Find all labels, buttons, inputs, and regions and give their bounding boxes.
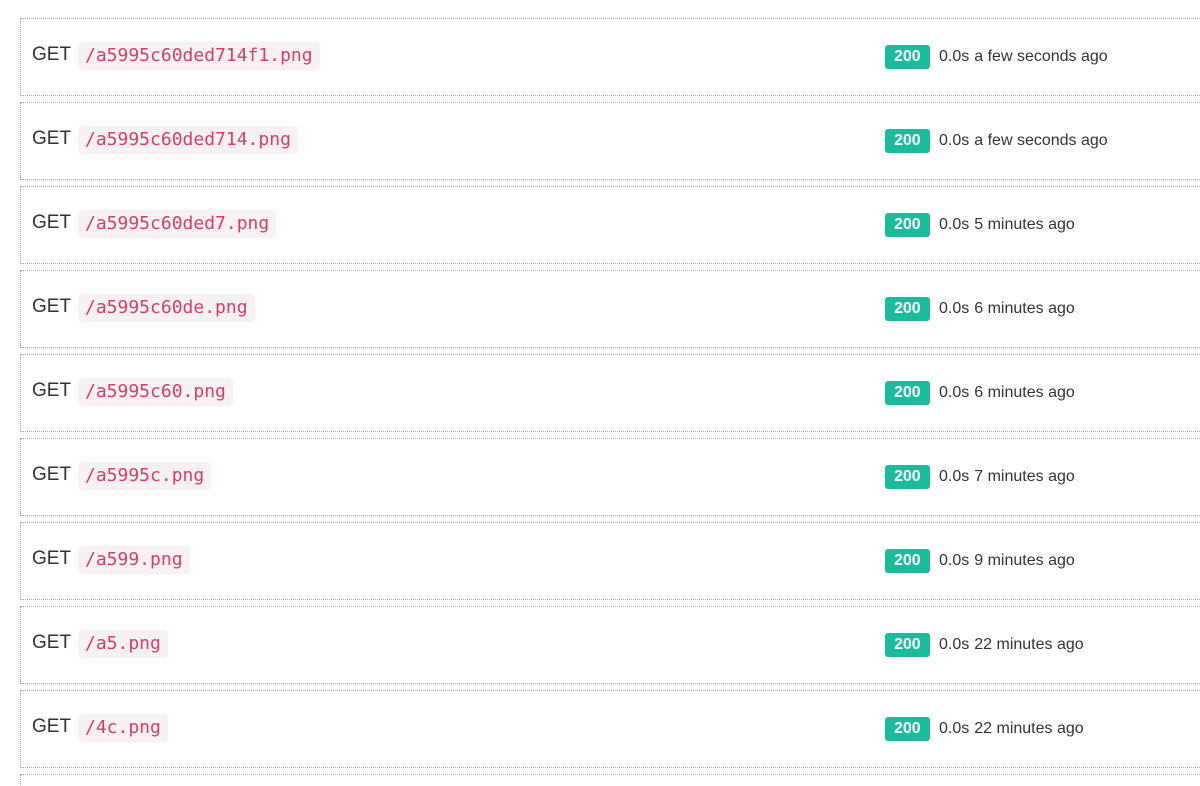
request-row[interactable]: GET /a5995c60ded714f1.png 200 0.0s a few … [20,18,1200,96]
http-method: GET [32,716,72,737]
request-path: /a5995c60ded7.png [78,210,277,238]
response-duration: 0.0s [939,384,970,401]
http-method: GET [32,128,72,149]
request-timing: 0.0s 6 minutes ago [939,382,1075,404]
status-badge: 200 [885,549,930,573]
request-timing: 0.0s 22 minutes ago [939,718,1084,740]
request-row[interactable]: GET /a5995c60de.png 200 0.0s 6 minutes ag… [20,270,1200,348]
response-duration: 0.0s [939,48,970,65]
http-method: GET [32,212,72,233]
status-badge: 200 [885,129,930,153]
http-method: GET [32,548,72,569]
response-duration: 0.0s [939,720,970,737]
relative-timestamp: a few seconds ago [974,48,1108,65]
http-method: GET [32,464,72,485]
status-badge: 200 [885,717,930,741]
request-row[interactable]: GET /4c.png 200 0.0s 22 minutes ago [20,690,1200,768]
request-path: /a5995c60de.png [78,294,255,322]
request-row[interactable]: GET /a5995c60ded7.png 200 0.0s 5 minutes … [20,186,1200,264]
relative-timestamp: a few seconds ago [974,132,1108,149]
request-timing: 0.0s 7 minutes ago [939,466,1075,488]
request-path: /a5995c60.png [78,378,233,406]
response-duration: 0.0s [939,132,970,149]
request-timing: 0.0s a few seconds ago [939,46,1108,68]
request-path: /4c.png [78,714,168,742]
relative-timestamp: 7 minutes ago [974,468,1075,485]
http-method: GET [32,632,72,653]
request-timing: 0.0s 6 minutes ago [939,298,1075,320]
request-log-list: GET /a5995c60ded714f1.png 200 0.0s a few … [0,18,1200,768]
relative-timestamp: 22 minutes ago [974,636,1084,653]
request-path: /a5995c60ded714f1.png [78,42,320,70]
response-duration: 0.0s [939,468,970,485]
relative-timestamp: 5 minutes ago [974,216,1075,233]
request-row[interactable]: GET /a599.png 200 0.0s 9 minutes ago [20,522,1200,600]
request-timing: 0.0s 5 minutes ago [939,214,1075,236]
status-badge: 200 [885,465,930,489]
request-path: /a5995c60ded714.png [78,126,298,154]
http-method: GET [32,44,72,65]
relative-timestamp: 9 minutes ago [974,552,1075,569]
request-path: /a5995c.png [78,462,212,490]
request-row[interactable]: GET /a5.png 200 0.0s 22 minutes ago [20,606,1200,684]
status-badge: 200 [885,633,930,657]
request-path: /a599.png [78,546,190,574]
status-badge: 200 [885,297,930,321]
response-duration: 0.0s [939,300,970,317]
relative-timestamp: 22 minutes ago [974,720,1084,737]
status-badge: 200 [885,213,930,237]
request-timing: 0.0s 22 minutes ago [939,634,1084,656]
http-method: GET [32,380,72,401]
response-duration: 0.0s [939,216,970,233]
request-row[interactable]: GET /a5995c60.png 200 0.0s 6 minutes ago [20,354,1200,432]
status-badge: 200 [885,45,930,69]
response-duration: 0.0s [939,636,970,653]
http-method: GET [32,296,72,317]
request-row[interactable]: GET /a5995c60ded714.png 200 0.0s a few se… [20,102,1200,180]
response-duration: 0.0s [939,552,970,569]
request-row[interactable]: GET /a5995c.png 200 0.0s 7 minutes ago [20,438,1200,516]
relative-timestamp: 6 minutes ago [974,300,1075,317]
next-request-row-partial [20,774,1200,786]
request-path: /a5.png [78,630,168,658]
request-timing: 0.0s a few seconds ago [939,130,1108,152]
request-log-page: GET /a5995c60ded714f1.png 200 0.0s a few … [0,0,1200,786]
status-badge: 200 [885,381,930,405]
relative-timestamp: 6 minutes ago [974,384,1075,401]
request-timing: 0.0s 9 minutes ago [939,550,1075,572]
